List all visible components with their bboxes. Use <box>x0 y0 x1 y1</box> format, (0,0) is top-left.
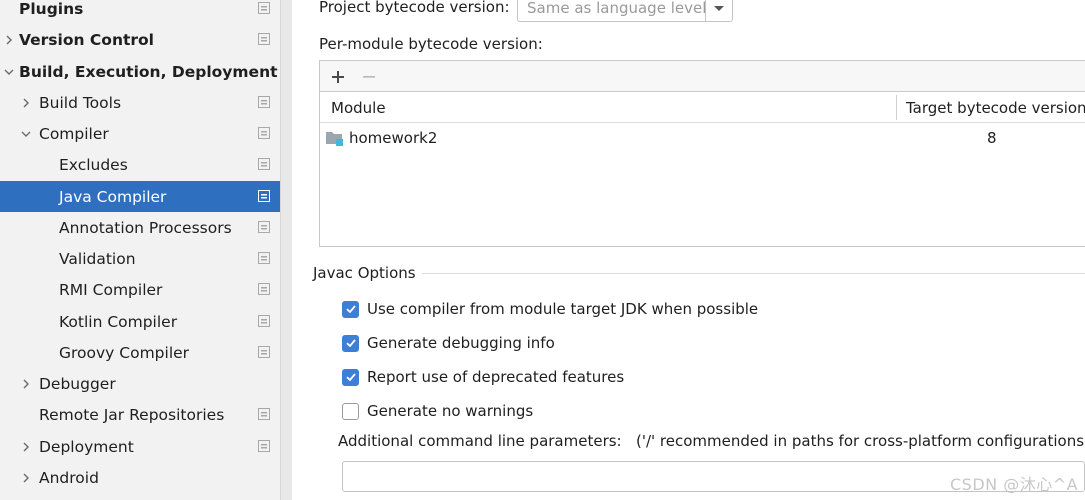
project-config-icon <box>258 408 270 420</box>
tree-item-excludes[interactable]: Excludes <box>0 149 280 180</box>
tree-item-label: Java Compiler <box>59 187 167 206</box>
tree-item-java-compiler[interactable]: Java Compiler <box>0 181 280 212</box>
use-module-jdk-checkbox[interactable] <box>342 300 359 318</box>
chevron-right-icon[interactable] <box>19 377 33 391</box>
remove-module-button[interactable] <box>359 67 379 87</box>
generate-debug-info-checkbox[interactable] <box>342 334 359 352</box>
tree-item-rmi-compiler[interactable]: RMI Compiler <box>0 274 280 305</box>
per-module-bytecode-label: Per-module bytecode version: <box>319 35 543 53</box>
project-config-icon <box>258 440 270 452</box>
use-module-jdk-option[interactable]: Use compiler from module target JDK when… <box>342 298 758 320</box>
tree-item-label: Build, Execution, Deployment <box>19 62 278 81</box>
tree-item-version-control[interactable]: Version Control <box>0 24 280 55</box>
tree-item-validation[interactable]: Validation <box>0 243 280 274</box>
tree-item-label: Groovy Compiler <box>59 343 190 362</box>
table-header: Module Target bytecode version <box>320 92 1085 123</box>
chevron-right-icon[interactable] <box>19 440 33 454</box>
tree-item-label: RMI Compiler <box>59 280 163 299</box>
project-config-icon <box>258 33 270 45</box>
project-config-icon <box>258 190 270 202</box>
project-config-icon <box>258 252 270 264</box>
checkmark-icon <box>345 339 356 348</box>
chevron-down-icon[interactable] <box>2 65 16 79</box>
project-bytecode-label: Project bytecode version: <box>319 0 510 16</box>
project-config-icon <box>258 2 270 14</box>
tree-item-label: Kotlin Compiler <box>59 312 178 331</box>
project-config-icon <box>258 158 270 170</box>
column-header-module[interactable]: Module <box>331 99 386 117</box>
report-deprecated-checkbox[interactable] <box>342 368 359 386</box>
chevron-down-icon[interactable] <box>19 127 33 141</box>
target-bytecode-cell[interactable]: 8 <box>987 129 997 147</box>
minus-icon <box>363 76 375 78</box>
tree-item-label: Annotation Processors <box>59 218 232 237</box>
tree-item-label: Debugger <box>39 374 116 393</box>
tree-item-plugins[interactable]: Plugins <box>0 0 280 24</box>
module-name-cell: homework2 <box>349 129 438 147</box>
project-config-icon <box>258 283 270 295</box>
chevron-down-icon[interactable] <box>711 0 727 16</box>
tree-item-label: Version Control <box>19 30 154 49</box>
generate-debug-info-option[interactable]: Generate debugging info <box>342 332 555 354</box>
option-label: Generate no warnings <box>367 402 534 420</box>
project-config-icon <box>258 315 270 327</box>
module-folder-icon <box>326 132 343 146</box>
project-config-icon <box>258 221 270 233</box>
generate-no-warnings-option[interactable]: Generate no warnings <box>342 400 533 422</box>
tree-item-debugger[interactable]: Debugger <box>0 368 280 399</box>
tree-item-label: Excludes <box>59 155 128 174</box>
option-label: Report use of deprecated features <box>367 368 625 386</box>
checkmark-icon <box>345 305 356 314</box>
tree-item-label: Build Tools <box>39 93 122 112</box>
tree-item-label: Deployment <box>39 437 134 456</box>
watermark: CSDN @沐心^A <box>950 475 1079 494</box>
chevron-right-icon[interactable] <box>19 471 33 485</box>
table-toolbar <box>320 61 1085 92</box>
tree-item-label: Remote Jar Repositories <box>39 405 225 424</box>
settings-tree: Plugins Version Control Build, Execution… <box>0 0 280 500</box>
table-row[interactable]: homework2 8 <box>320 124 1085 154</box>
project-bytecode-value: Same as language level <box>527 0 707 17</box>
checkmark-icon <box>345 373 356 382</box>
java-compiler-settings-panel: Project bytecode version: Same as langua… <box>292 0 1085 500</box>
plus-icon <box>332 71 344 83</box>
splitter-handle[interactable] <box>280 0 292 500</box>
tree-item-android[interactable]: Android <box>0 462 280 493</box>
chevron-right-icon[interactable] <box>19 96 33 110</box>
javac-options-title: Javac Options <box>313 264 416 282</box>
report-deprecated-option[interactable]: Report use of deprecated features <box>342 366 624 388</box>
per-module-bytecode-table: Module Target bytecode version homework2… <box>319 60 1085 247</box>
project-config-icon <box>258 96 270 108</box>
tree-item-deployment[interactable]: Deployment <box>0 431 280 462</box>
tree-item-remote-jar-repositories[interactable]: Remote Jar Repositories <box>0 399 280 430</box>
additional-params-label: Additional command line parameters: <box>338 432 622 450</box>
tree-item-build-execution-deployment[interactable]: Build, Execution, Deployment <box>0 56 280 87</box>
add-module-button[interactable] <box>328 67 348 87</box>
tree-item-annotation-processors[interactable]: Annotation Processors <box>0 212 280 243</box>
select-divider <box>705 0 706 21</box>
generate-no-warnings-checkbox[interactable] <box>342 402 359 420</box>
tree-item-build-tools[interactable]: Build Tools <box>0 87 280 118</box>
project-bytecode-select[interactable]: Same as language level <box>517 0 733 22</box>
column-header-target-bytecode[interactable]: Target bytecode version <box>906 99 1085 117</box>
project-config-icon <box>258 346 270 358</box>
tree-item-label: Validation <box>59 249 136 268</box>
column-resize-handle[interactable] <box>896 95 897 120</box>
tree-item-groovy-compiler[interactable]: Groovy Compiler <box>0 337 280 368</box>
additional-params-hint: ('/' recommended in paths for cross-plat… <box>636 432 1085 450</box>
section-divider <box>422 273 1085 274</box>
chevron-right-icon[interactable] <box>2 33 16 47</box>
tree-item-compiler[interactable]: Compiler <box>0 118 280 149</box>
tree-item-label: Android <box>39 468 99 487</box>
tree-item-label: Compiler <box>39 124 109 143</box>
option-label: Generate debugging info <box>367 334 555 352</box>
option-label: Use compiler from module target JDK when… <box>367 300 759 318</box>
tree-item-kotlin-compiler[interactable]: Kotlin Compiler <box>0 306 280 337</box>
tree-item-label: Plugins <box>19 0 84 18</box>
project-config-icon <box>258 127 270 139</box>
